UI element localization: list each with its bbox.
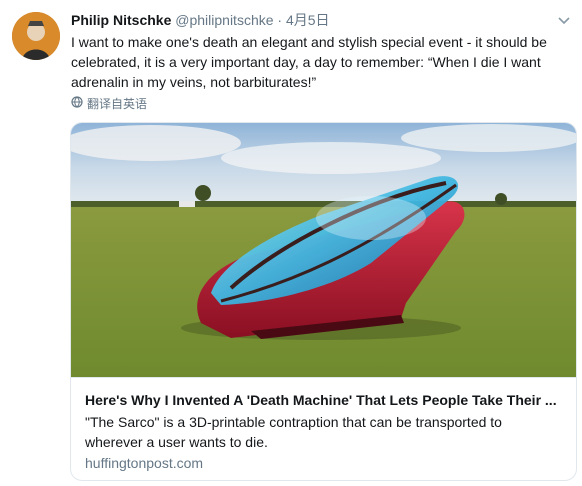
avatar-image — [12, 12, 60, 60]
card-title[interactable]: Here's Why I Invented A 'Death Machine' … — [85, 390, 563, 410]
author-name[interactable]: Philip Nitschke — [71, 12, 171, 28]
translate-label: 翻译自英语 — [87, 97, 148, 111]
tweet-text: I want to make one's death an elegant an… — [71, 34, 547, 90]
tweet-header: Philip Nitschke @philipnitschke · 4月5日 — [71, 10, 330, 30]
card-body[interactable]: Here's Why I Invented A 'Death Machine' … — [71, 377, 576, 480]
card-image[interactable] — [71, 123, 576, 377]
author-handle[interactable]: @philipnitschke — [175, 12, 273, 28]
avatar[interactable] — [12, 12, 60, 60]
globe-icon — [71, 96, 83, 112]
separator: · — [277, 12, 283, 28]
card-domain[interactable]: huffingtonpost.com — [85, 454, 203, 472]
chevron-down-icon[interactable] — [556, 12, 572, 28]
tweet-date[interactable]: 4月5日 — [286, 12, 330, 28]
translate-link[interactable]: 翻译自英语 — [71, 96, 147, 112]
link-card[interactable]: Here's Why I Invented A 'Death Machine' … — [70, 122, 577, 481]
card-description: "The Sarco" is a 3D-printable contraptio… — [85, 414, 502, 450]
